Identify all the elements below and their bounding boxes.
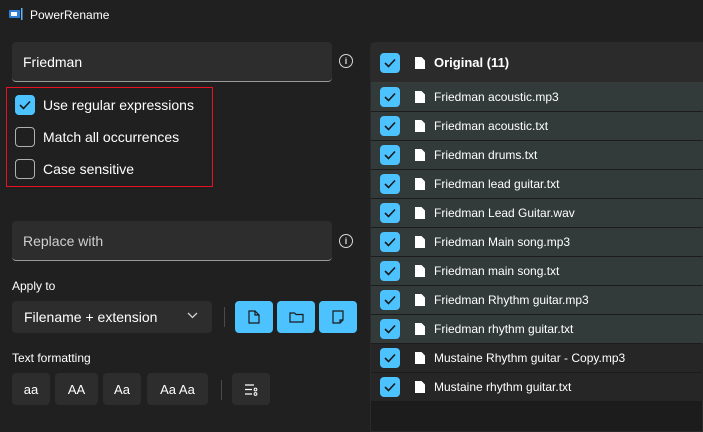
file-list-pane: Original (11) Friedman acoustic.mp3 Fried… <box>370 42 703 432</box>
file-list-row[interactable]: Mustaine rhythm guitar.txt <box>371 373 703 401</box>
capitalize-words-button[interactable]: Aa Aa <box>147 373 208 405</box>
file-icon <box>415 120 425 132</box>
case-sensitive-checkbox[interactable] <box>15 159 35 179</box>
file-list-row[interactable]: Friedman drums.txt <box>371 141 703 169</box>
titlecase-button[interactable]: Aa <box>103 373 141 405</box>
match-all-option[interactable]: Match all occurrences <box>15 127 179 147</box>
file-icon <box>415 381 425 393</box>
apply-to-selected: Filename + extension <box>24 309 158 325</box>
match-all-label: Match all occurrences <box>43 129 180 145</box>
use-regex-option[interactable]: Use regular expressions <box>15 95 194 115</box>
file-select-checkbox[interactable] <box>380 290 400 310</box>
checkmark-icon <box>384 382 396 392</box>
checkmark-icon <box>384 237 396 247</box>
checkmark-icon <box>384 295 396 305</box>
divider <box>221 380 222 400</box>
select-all-checkbox[interactable] <box>380 52 400 73</box>
replace-input[interactable]: Replace with <box>12 221 332 261</box>
file-name: Friedman Rhythm guitar.mp3 <box>434 293 589 307</box>
file-select-checkbox[interactable] <box>380 203 400 223</box>
left-pane: Friedman i Use regular expressions Match… <box>0 30 370 432</box>
file-select-checkbox[interactable] <box>380 377 400 397</box>
file-list-row[interactable]: Friedman Lead Guitar.wav <box>371 199 703 227</box>
file-name: Mustaine Rhythm guitar - Copy.mp3 <box>434 351 626 365</box>
info-icon[interactable]: i <box>339 54 353 68</box>
file-list-row[interactable]: Friedman Rhythm guitar.mp3 <box>371 286 703 314</box>
divider <box>224 307 225 327</box>
file-icon <box>415 352 425 364</box>
file-select-checkbox[interactable] <box>380 145 400 165</box>
folder-icon <box>288 312 304 323</box>
checkmark-icon <box>384 353 396 363</box>
rename-folders-button[interactable] <box>277 301 315 333</box>
rename-files-button[interactable] <box>235 301 273 333</box>
file-list-header: Original (11) <box>371 43 703 83</box>
file-list-row[interactable]: Friedman Main song.mp3 <box>371 228 703 256</box>
file-icon <box>415 91 425 103</box>
lowercase-button[interactable]: aa <box>12 373 50 405</box>
case-sensitive-option[interactable]: Case sensitive <box>15 159 134 179</box>
file-select-checkbox[interactable] <box>380 232 400 252</box>
file-list-row[interactable]: Friedman acoustic.txt <box>371 112 703 140</box>
file-name: Friedman main song.txt <box>434 264 560 278</box>
file-select-checkbox[interactable] <box>380 174 400 194</box>
file-select-checkbox[interactable] <box>380 348 400 368</box>
checkmark-icon <box>384 179 396 189</box>
info-icon[interactable]: i <box>339 234 353 248</box>
checkmark-icon <box>19 100 31 110</box>
checkmark-icon <box>384 208 396 218</box>
original-column-header: Original (11) <box>434 55 510 70</box>
enumerate-items-button[interactable] <box>232 373 270 405</box>
file-name: Mustaine rhythm guitar.txt <box>434 380 572 394</box>
file-list-row[interactable]: Friedman lead guitar.txt <box>371 170 703 198</box>
chevron-down-icon <box>187 312 198 319</box>
use-regex-checkbox[interactable] <box>15 95 35 115</box>
file-icon <box>415 294 425 306</box>
file-icon <box>248 310 260 324</box>
file-select-checkbox[interactable] <box>380 319 400 339</box>
checkmark-icon <box>384 150 396 160</box>
file-icon <box>415 323 425 335</box>
file-icon <box>415 265 425 277</box>
file-list-row[interactable]: Friedman acoustic.mp3 <box>371 83 703 111</box>
checkmark-icon <box>384 58 396 68</box>
file-list-row[interactable]: Mustaine Rhythm guitar - Copy.mp3 <box>371 344 703 372</box>
checkmark-icon <box>384 266 396 276</box>
uppercase-button[interactable]: AA <box>55 373 98 405</box>
window-title: PowerRename <box>30 8 110 22</box>
file-icon <box>415 178 425 190</box>
title-bar: PowerRename <box>0 0 703 30</box>
checkmark-icon <box>384 324 396 334</box>
subfolder-icon <box>332 310 344 324</box>
file-name: Friedman drums.txt <box>434 148 538 162</box>
powerrename-app-icon <box>9 8 23 20</box>
file-select-checkbox[interactable] <box>380 116 400 136</box>
file-list-row[interactable]: Friedman rhythm guitar.txt <box>371 315 703 343</box>
file-icon <box>415 149 425 161</box>
checkmark-icon <box>384 121 396 131</box>
search-input[interactable]: Friedman <box>12 42 332 82</box>
file-name: Friedman Lead Guitar.wav <box>434 206 575 220</box>
file-icon <box>415 56 425 69</box>
list-settings-icon <box>245 383 258 396</box>
text-formatting-label: Text formatting <box>12 351 91 365</box>
file-name: Friedman lead guitar.txt <box>434 177 560 191</box>
match-all-checkbox[interactable] <box>15 127 35 147</box>
case-sensitive-label: Case sensitive <box>43 161 135 177</box>
checkmark-icon <box>384 92 396 102</box>
file-name: Friedman acoustic.txt <box>434 119 549 133</box>
file-icon <box>415 236 425 248</box>
search-options-highlight: Use regular expressions Match all occurr… <box>6 87 213 187</box>
apply-to-label: Apply to <box>12 279 56 293</box>
apply-to-dropdown[interactable]: Filename + extension <box>12 301 212 333</box>
use-regex-label: Use regular expressions <box>43 97 194 113</box>
file-select-checkbox[interactable] <box>380 87 400 107</box>
file-list-row[interactable]: Friedman main song.txt <box>371 257 703 285</box>
file-name: Friedman rhythm guitar.txt <box>434 322 574 336</box>
rename-subfolders-button[interactable] <box>319 301 357 333</box>
file-select-checkbox[interactable] <box>380 261 400 281</box>
file-name: Friedman acoustic.mp3 <box>434 90 559 104</box>
file-icon <box>415 207 425 219</box>
file-name: Friedman Main song.mp3 <box>434 235 571 249</box>
